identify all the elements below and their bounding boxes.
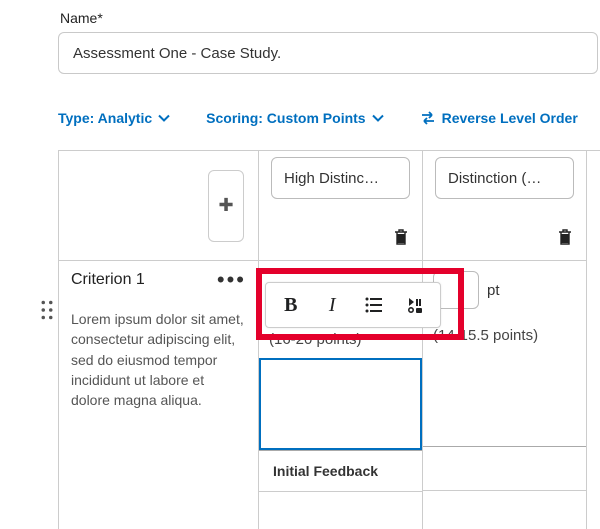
add-level-cell: ✚ (59, 151, 259, 261)
reverse-level-order-label: Reverse Level Order (442, 110, 578, 126)
trash-icon (394, 229, 408, 245)
insert-stuff-icon (406, 296, 424, 314)
scoring-dropdown-label: Scoring: Custom Points (206, 110, 365, 126)
bullet-list-icon (365, 296, 383, 314)
add-level-button[interactable]: ✚ (208, 170, 244, 242)
level-description-editor[interactable] (423, 354, 586, 446)
level-header: Distinction (… (423, 151, 587, 261)
bold-button[interactable]: B (276, 290, 306, 320)
reverse-level-order-button[interactable]: Reverse Level Order (420, 110, 578, 126)
level-header: High Distinc… (259, 151, 423, 261)
criterion-more-button[interactable]: ••• (217, 275, 246, 285)
drag-dots-icon (40, 300, 54, 320)
points-label: pt (487, 282, 500, 299)
plus-icon: ✚ (218, 195, 233, 216)
delete-level-button[interactable] (558, 229, 572, 250)
level-name-input[interactable]: High Distinc… (271, 157, 410, 199)
insert-stuff-button[interactable] (400, 290, 430, 320)
drag-handle[interactable] (40, 300, 54, 320)
name-field-label: Name* (58, 10, 600, 26)
chevron-down-icon (158, 112, 170, 124)
initial-feedback-editor[interactable] (259, 491, 422, 529)
type-dropdown-label: Type: Analytic (58, 110, 152, 126)
level-description-editor[interactable] (259, 358, 422, 450)
criterion-cell: Criterion 1 ••• Lorem ipsum dolor sit am… (59, 261, 259, 529)
level-name-input[interactable]: Distinction (… (435, 157, 574, 199)
delete-level-button[interactable] (394, 229, 408, 250)
annotation-highlight-box: B I (256, 268, 464, 340)
scoring-dropdown[interactable]: Scoring: Custom Points (206, 110, 383, 126)
criterion-name[interactable]: Criterion 1 (71, 271, 145, 289)
initial-feedback-label[interactable]: Initial Feedback (259, 450, 422, 491)
initial-feedback-spacer (423, 446, 586, 490)
name-input[interactable] (58, 32, 598, 74)
criterion-description[interactable]: Lorem ipsum dolor sit amet, consectetur … (71, 309, 246, 410)
bullet-list-button[interactable] (359, 290, 389, 320)
type-dropdown[interactable]: Type: Analytic (58, 110, 170, 126)
swap-horizontal-icon (420, 110, 436, 126)
rich-text-toolbar: B I (265, 282, 441, 328)
trash-icon (558, 229, 572, 245)
italic-button[interactable]: I (317, 290, 347, 320)
initial-feedback-editor[interactable] (423, 490, 586, 529)
chevron-down-icon (372, 112, 384, 124)
